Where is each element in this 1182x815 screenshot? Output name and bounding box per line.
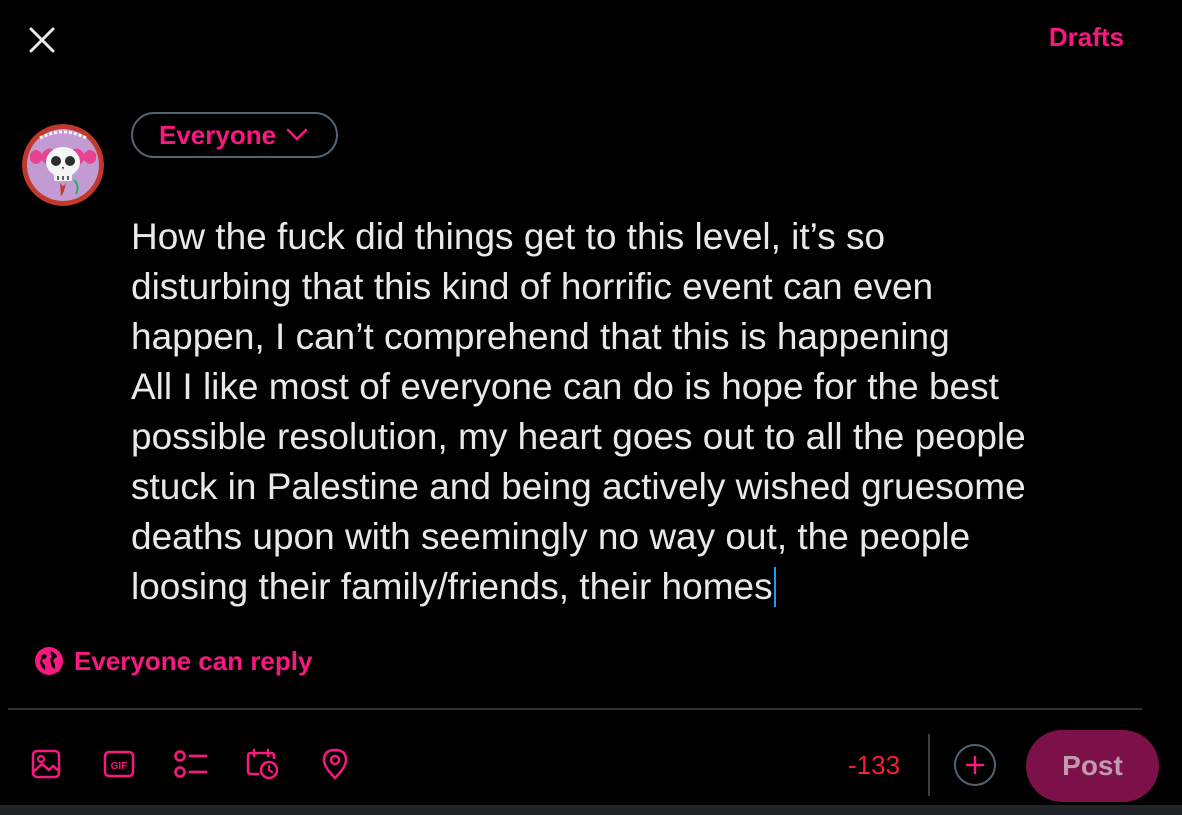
poll-button[interactable] (173, 746, 209, 782)
globe-icon (35, 647, 63, 675)
compose-line: possible resolution, my heart goes out t… (131, 416, 1026, 457)
plus-icon (965, 755, 985, 775)
compose-line: happen, I can’t comprehend that this is … (131, 316, 950, 357)
media-button[interactable] (28, 746, 64, 782)
post-button[interactable]: Post (1026, 730, 1159, 802)
audience-label: Everyone (159, 119, 277, 150)
compose-line: stuck in Palestine and being actively wi… (131, 466, 1026, 507)
drafts-button[interactable]: Drafts (1049, 22, 1124, 53)
audience-selector[interactable]: Everyone (131, 112, 339, 158)
add-post-button[interactable] (954, 744, 996, 786)
close-icon (29, 27, 55, 53)
gif-button[interactable]: GIF (101, 746, 137, 782)
image-icon (31, 749, 61, 779)
text-caret (773, 567, 776, 607)
svg-text:GIF: GIF (111, 761, 128, 772)
compose-line: deaths upon with seemingly no way out, t… (131, 516, 971, 557)
gif-icon: GIF (103, 750, 135, 778)
close-button[interactable] (22, 20, 62, 60)
avatar[interactable] (22, 124, 104, 206)
compose-line: All I like most of everyone can do is ho… (131, 366, 999, 407)
compose-line: disturbing that this kind of horrific ev… (131, 266, 934, 307)
chevron-down-icon (286, 128, 308, 141)
schedule-button[interactable] (245, 746, 281, 782)
divider (8, 708, 1142, 710)
location-icon (322, 748, 348, 780)
compose-line: How the fuck did things get to this leve… (131, 216, 886, 257)
toolbar-separator (928, 734, 930, 796)
bottom-edge (0, 805, 1182, 815)
reply-setting-label: Everyone can reply (74, 645, 313, 676)
character-count: -133 (848, 750, 901, 780)
compose-line: loosing their family/friends, their home… (131, 566, 773, 607)
poll-icon (174, 750, 208, 778)
reply-setting-button[interactable]: Everyone can reply (34, 643, 312, 679)
schedule-icon (246, 748, 279, 780)
location-button[interactable] (317, 746, 353, 782)
compose-textarea[interactable]: How the fuck did things get to this leve… (131, 212, 1141, 612)
skull-avatar-image (22, 124, 104, 206)
